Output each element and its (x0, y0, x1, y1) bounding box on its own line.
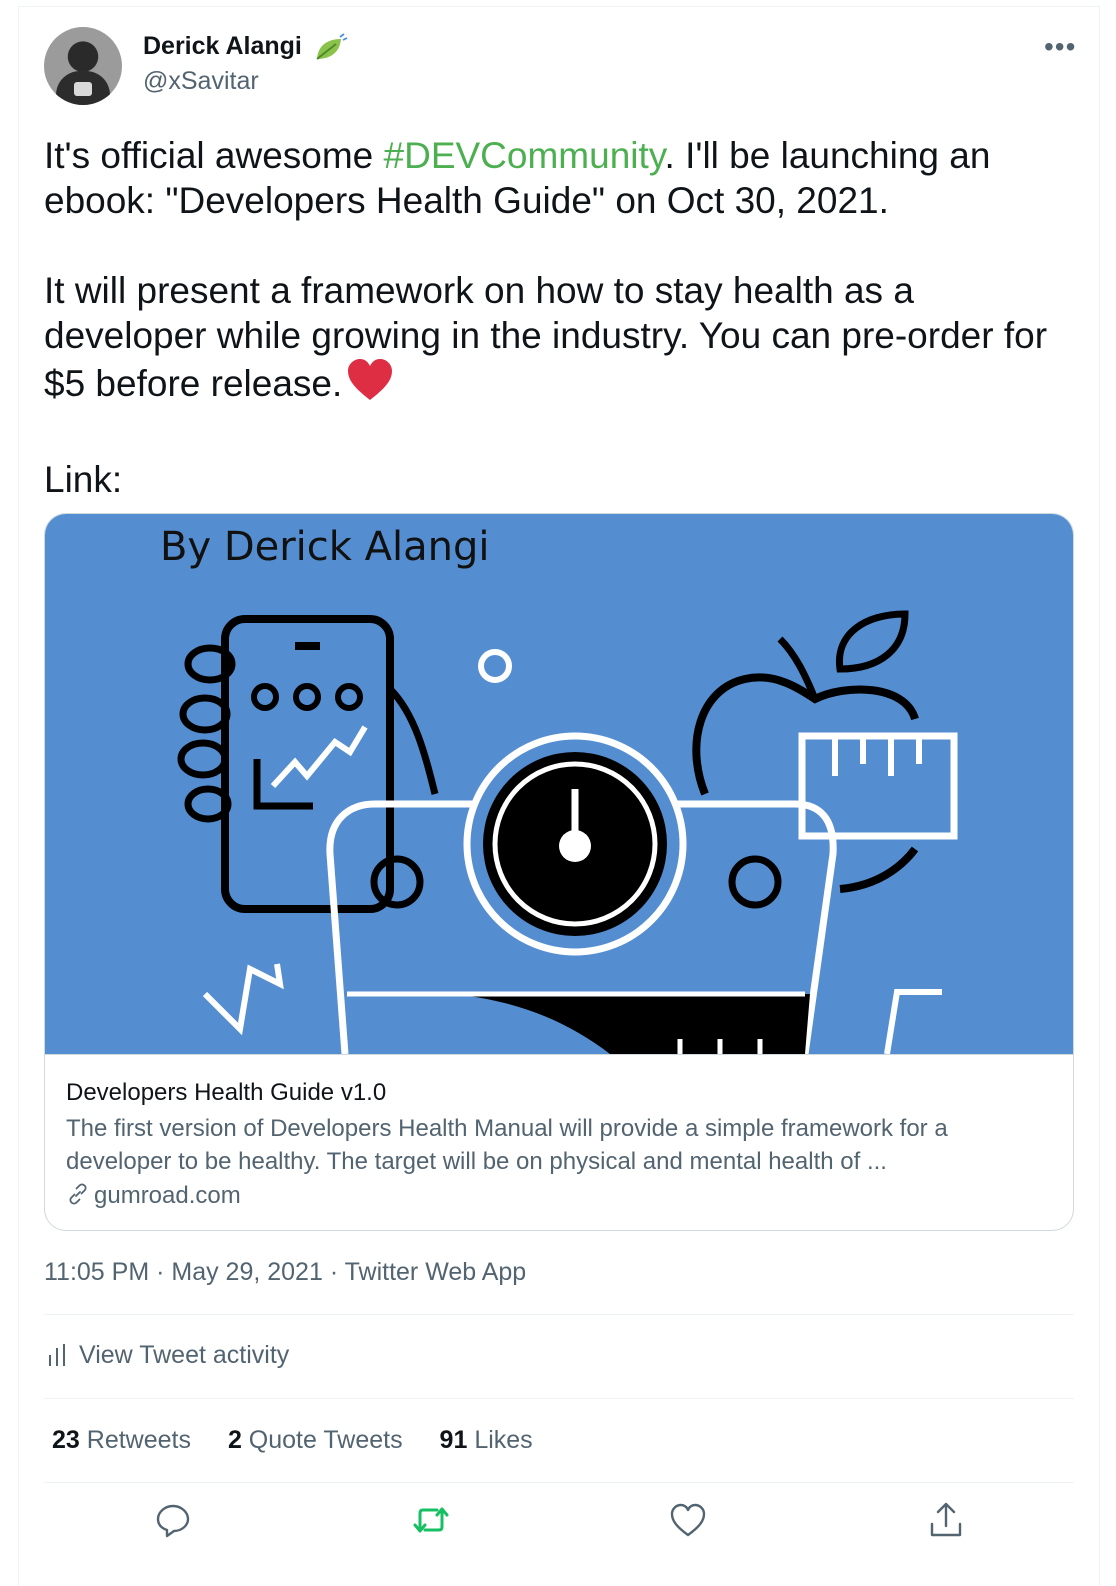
analytics-bars-icon (47, 1343, 67, 1374)
divider (44, 1482, 1074, 1483)
share-icon[interactable] (926, 1500, 966, 1540)
card-illustration: By Derick Alangi (160, 524, 958, 1054)
quote-tweets-count: 2 (227, 1426, 242, 1454)
card-domain: gumroad.com (66, 1182, 241, 1213)
tweet-text: It's official awesome #DEVCommunity. I'l… (44, 133, 1084, 502)
meta-separator: · (322, 1258, 345, 1286)
card-domain-text: gumroad.com (94, 1182, 241, 1209)
tweet-paragraph-1: It's official awesome #DEVCommunity. I'l… (44, 133, 1084, 223)
likes-label: Likes (474, 1426, 533, 1454)
author-name[interactable]: Derick Alangi (143, 32, 302, 61)
tweet-text-segment: It will present a framework on how to st… (44, 270, 1048, 404)
card-image[interactable]: By Derick Alangi (45, 514, 1073, 1054)
tweet-time[interactable]: 11:05 PM (44, 1258, 149, 1286)
card-body[interactable]: Developers Health Guide v1.0 The first v… (45, 1054, 1073, 1209)
avatar-shirt-logo (74, 82, 92, 96)
retweets-stat[interactable]: 23 Retweets (52, 1426, 191, 1455)
retweet-icon[interactable] (411, 1500, 451, 1540)
divider (44, 1398, 1074, 1399)
card-image-caption: By Derick Alangi (160, 524, 490, 570)
tweet-date[interactable]: May 29, 2021 (171, 1258, 323, 1286)
tweet-paragraph-2: It will present a framework on how to st… (44, 268, 1084, 412)
likes-stat[interactable]: 91 Likes (440, 1426, 533, 1455)
link-card[interactable]: By Derick Alangi Developers Health Guide… (44, 513, 1074, 1231)
red-heart-emoji-icon (346, 358, 394, 412)
hashtag-link[interactable]: #DEVCommunity (384, 135, 665, 176)
link-icon (66, 1182, 90, 1213)
avatar[interactable] (44, 27, 122, 105)
more-options-icon[interactable]: ••• (1044, 33, 1076, 61)
card-title: Developers Health Guide v1.0 (66, 1079, 387, 1106)
author-handle[interactable]: @xSavitar (143, 67, 259, 96)
view-tweet-activity-label: View Tweet activity (79, 1341, 290, 1369)
like-icon[interactable] (668, 1500, 708, 1540)
tweet-metadata: 11:05 PM · May 29, 2021 · Twitter Web Ap… (44, 1258, 526, 1287)
leaf-icon (316, 33, 348, 60)
retweets-count: 23 (52, 1426, 80, 1454)
meta-separator: · (149, 1258, 172, 1286)
likes-count: 91 (439, 1426, 468, 1454)
tweet-source[interactable]: Twitter Web App (345, 1258, 527, 1286)
tweet-text-segment: It's official awesome (44, 135, 384, 176)
tweet-paragraph-3: Link: (44, 459, 123, 500)
reply-icon[interactable] (153, 1500, 193, 1540)
quote-tweets-label: Quote Tweets (248, 1426, 403, 1454)
quote-tweets-stat[interactable]: 2 Quote Tweets (228, 1426, 403, 1455)
divider (44, 1314, 1074, 1315)
view-tweet-activity-link[interactable]: View Tweet activity (47, 1341, 289, 1374)
card-description: The first version of Developers Health M… (66, 1115, 948, 1175)
tweet-actions (0, 1500, 1116, 1546)
retweets-label: Retweets (86, 1426, 191, 1454)
tweet-stats: 23 Retweets 2 Quote Tweets 91 Likes (52, 1426, 563, 1455)
